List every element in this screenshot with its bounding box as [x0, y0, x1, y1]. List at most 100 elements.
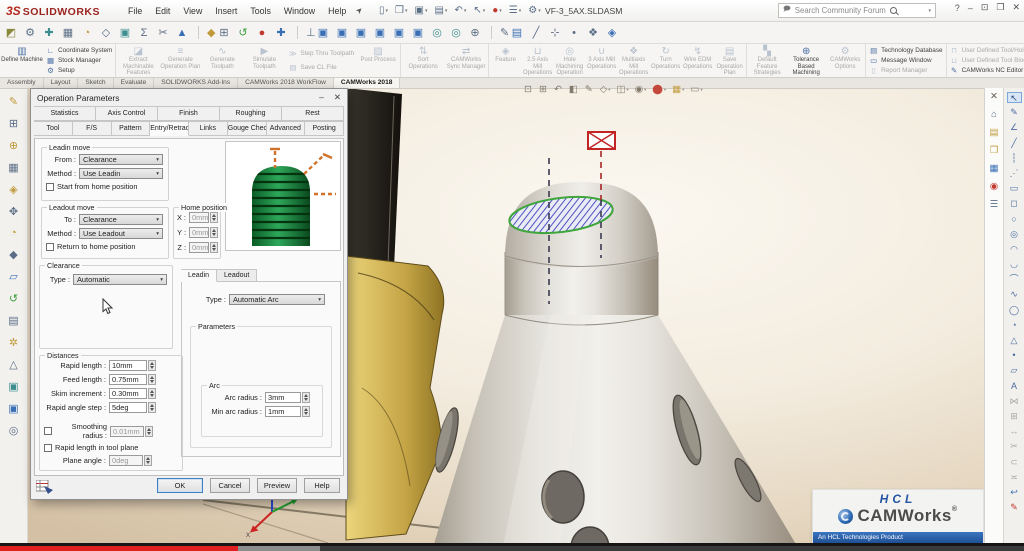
- construction-line-icon[interactable]: ⋰: [1007, 168, 1022, 179]
- help[interactable]: Help: [304, 478, 340, 493]
- cw-toolbar-icon-20[interactable]: ▣: [373, 26, 387, 39]
- layout[interactable]: Layout: [44, 78, 79, 88]
- cw-toolbar-icon-26[interactable]: ✎: [491, 26, 505, 39]
- plane-icon[interactable]: ▱: [1007, 365, 1022, 376]
- zoom-to-area-icon[interactable]: ⊞: [539, 84, 548, 95]
- mill-3axis-operations-button[interactable]: ∪3 Axis Mill Operations: [586, 45, 617, 76]
- dialog-minimize-button[interactable]: –: [319, 92, 324, 103]
- edit-component-icon[interactable]: ✎: [9, 95, 18, 108]
- file[interactable]: File: [128, 6, 142, 16]
- cw-toolbar-icon-12[interactable]: ⊞: [217, 26, 231, 39]
- cw-toolbar-icon-23[interactable]: ◎: [430, 26, 444, 39]
- help[interactable]: Help: [328, 6, 346, 16]
- message-window-button[interactable]: ▭Message Window: [869, 56, 942, 65]
- tool[interactable]: Tool: [34, 121, 73, 136]
- spinner[interactable]: [148, 402, 156, 413]
- cancel[interactable]: Cancel: [210, 478, 250, 493]
- centerline-icon[interactable]: ┆: [1007, 153, 1022, 164]
- cw-toolbar-icon-28[interactable]: ╱: [529, 26, 543, 39]
- mill-25axis-operations-button[interactable]: ⊔2.5 Axis Mill Operations: [522, 45, 553, 76]
- exploded-view-icon[interactable]: ✲: [9, 336, 18, 349]
- linear-pattern-icon[interactable]: ⊞: [1007, 411, 1022, 422]
- cw-toolbar-icon-19[interactable]: ▣: [354, 26, 368, 39]
- close-button[interactable]: ✕: [1012, 2, 1020, 13]
- spinner[interactable]: [144, 455, 152, 466]
- display-style-icon[interactable]: ◫▾: [616, 84, 628, 95]
- component-pattern-icon[interactable]: ▦: [8, 161, 18, 174]
- preview[interactable]: Preview: [257, 478, 297, 493]
- convert-entities-icon[interactable]: ⊂: [1007, 457, 1022, 468]
- cw-toolbar-icon-09[interactable]: ✂: [156, 26, 170, 39]
- cw-toolbar-icon-11[interactable]: ◆: [198, 26, 212, 39]
- leadout[interactable]: Leadout: [217, 269, 257, 282]
- spinner[interactable]: [210, 212, 218, 223]
- tolerance-based-machining-button[interactable]: ⊕Tolerance Based Machining: [787, 45, 825, 76]
- smart-fasteners-icon[interactable]: ◈: [9, 183, 17, 196]
- pattern[interactable]: Pattern: [112, 121, 151, 136]
- plane-angle-field[interactable]: 0deg: [109, 455, 143, 466]
- cw-toolbar-icon-31[interactable]: ❖: [586, 26, 600, 39]
- clearance-type-select[interactable]: Automatic: [73, 274, 167, 285]
- new-document-icon[interactable]: ▯▾: [379, 5, 388, 16]
- tools[interactable]: Tools: [250, 6, 271, 16]
- partial-ellipse-icon[interactable]: ◔: [1007, 320, 1022, 331]
- finish[interactable]: Finish: [158, 106, 220, 121]
- point-icon[interactable]: •: [1007, 350, 1022, 361]
- posting[interactable]: Posting: [305, 121, 344, 136]
- user-defined-tool-block-button[interactable]: ⊔User Defined Tool Block: [950, 56, 1024, 65]
- cw-toolbar-icon-22[interactable]: ▣: [411, 26, 425, 39]
- view-palette-icon[interactable]: ▦: [990, 163, 999, 174]
- evaluate[interactable]: Evaluate: [114, 78, 155, 88]
- links[interactable]: Links: [189, 121, 228, 136]
- spinner[interactable]: [145, 426, 153, 437]
- exit-sketch-icon[interactable]: ↩: [1007, 487, 1022, 498]
- axis-control[interactable]: Axis Control: [96, 106, 158, 121]
- hole-machining-operation-button[interactable]: ◎Hole Machining Operation: [554, 45, 585, 76]
- statistics[interactable]: Statistics: [34, 106, 96, 121]
- ellipse-icon[interactable]: ◯: [1007, 305, 1022, 316]
- view-settings-icon[interactable]: ▭▾: [690, 84, 702, 95]
- sort-operations-button[interactable]: ⇅Sort Operations: [402, 45, 444, 76]
- start-from-home-checkbox[interactable]: [46, 183, 54, 191]
- leadin-method-select[interactable]: Use Leadin: [79, 168, 163, 179]
- print-icon[interactable]: ▤▾: [434, 5, 447, 16]
- spinner[interactable]: [302, 406, 310, 417]
- annotation-view-icon[interactable]: ✎: [585, 84, 594, 95]
- leadin-from-select[interactable]: Clearance: [79, 154, 163, 165]
- spinner[interactable]: [302, 392, 310, 403]
- leadout-method-select[interactable]: Use Leadout: [79, 228, 163, 239]
- edit[interactable]: Edit: [155, 6, 170, 16]
- help-button[interactable]: ?: [955, 3, 960, 13]
- save-icon[interactable]: ▣▾: [414, 5, 427, 16]
- technology-database-button[interactable]: ▤Technology Database: [869, 46, 942, 55]
- cw-toolbar-icon-03[interactable]: ✚: [42, 26, 56, 39]
- trim-entities-icon[interactable]: ✂: [1007, 441, 1022, 452]
- open-icon[interactable]: ❒▾: [395, 5, 407, 16]
- f-s[interactable]: F/S: [73, 121, 112, 136]
- advanced[interactable]: Advanced: [267, 121, 306, 136]
- zoom-to-fit-icon[interactable]: ⊡: [524, 84, 533, 95]
- stock-manager-button[interactable]: ▦Stock Manager: [46, 56, 112, 65]
- three-point-arc-icon[interactable]: ⌒: [1007, 274, 1022, 285]
- distance-field[interactable]: 10mm: [109, 360, 147, 371]
- home-icon[interactable]: ⌂: [991, 109, 997, 120]
- select-arrow-icon[interactable]: ↖: [1007, 92, 1022, 103]
- cw-toolbar-icon-29[interactable]: ⊹: [548, 26, 562, 39]
- min-arc-radius-field[interactable]: 1mm: [265, 406, 301, 417]
- hide-show-items-icon[interactable]: ◉▾: [635, 84, 647, 95]
- smart-dimension-icon[interactable]: ∠: [1007, 122, 1022, 133]
- save-cl-file-button[interactable]: ▤Save CL File: [288, 63, 354, 72]
- rest[interactable]: Rest: [282, 106, 344, 121]
- post-process-button[interactable]: ▨ Post Process: [357, 45, 399, 76]
- spinner[interactable]: [148, 374, 156, 385]
- gouge-checking[interactable]: Gouge Checking: [228, 121, 267, 136]
- camworks-sync-manager-button[interactable]: ⇄CAMWorks Sync Manager: [445, 45, 487, 76]
- cw-toolbar-icon-25[interactable]: ⊕: [468, 26, 482, 39]
- reference-geometry-icon[interactable]: ▱: [9, 270, 17, 283]
- return-to-home-checkbox[interactable]: [46, 243, 54, 251]
- search-icon[interactable]: [890, 7, 897, 14]
- camworks-2018-workflow[interactable]: CAMWorks 2018 WorkFlow: [238, 78, 334, 88]
- simulate-toolpath-button[interactable]: ▶Simulate Toolpath: [243, 45, 285, 76]
- leadin[interactable]: Leadin: [181, 269, 217, 282]
- mirror-entities-icon[interactable]: ⋈: [1007, 396, 1022, 407]
